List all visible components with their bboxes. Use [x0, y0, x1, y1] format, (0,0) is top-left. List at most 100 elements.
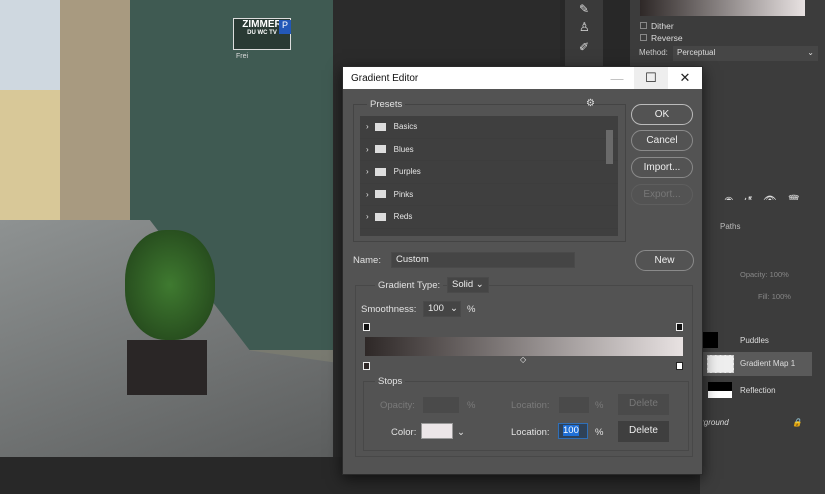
smoothness-input[interactable]: 100 ⌄	[423, 301, 461, 317]
layer-row-selected[interactable]: Gradient Map 1	[700, 352, 812, 376]
opacity-input	[423, 397, 459, 413]
brush-tool-icon[interactable]: ✎	[579, 2, 589, 16]
chevron-down-icon[interactable]: ⌄	[457, 427, 465, 438]
gear-icon[interactable]: ⚙	[586, 98, 595, 109]
minimize-icon[interactable]: —	[600, 67, 634, 89]
folder-icon	[374, 190, 386, 199]
title-bar: Gradient Editor — ☐ ✕	[343, 67, 702, 89]
preset-folder-purples[interactable]: › Purples	[360, 161, 618, 184]
smoothness-label: Smoothness:	[361, 304, 417, 315]
plant	[125, 230, 215, 340]
folder-icon	[374, 122, 386, 131]
preset-label: Purples	[393, 167, 421, 177]
chevron-right-icon: ›	[366, 122, 369, 132]
location-input[interactable]: 100	[558, 423, 588, 439]
location-percent: %	[595, 427, 604, 438]
presets-scrollbar[interactable]	[606, 130, 613, 164]
opacity-location-percent: %	[595, 400, 604, 411]
opacity-stop-left[interactable]	[363, 323, 370, 331]
stops-label: Stops	[375, 376, 406, 387]
percent-label: %	[467, 304, 476, 315]
preset-folder-basics[interactable]: › Basics	[360, 116, 618, 139]
fill-control[interactable]: Fill: 100%	[758, 292, 791, 301]
smoothness-value: 100	[428, 303, 444, 314]
chevron-right-icon: ›	[366, 189, 369, 199]
layer-name: Background	[700, 418, 729, 427]
color-stop-right-selected[interactable]	[676, 362, 683, 370]
ok-button[interactable]: OK	[631, 104, 693, 125]
dither-checkbox[interactable]: Dither	[640, 21, 674, 31]
fill-label: Fill:	[758, 292, 770, 301]
method-select[interactable]: Perceptual ⌄	[673, 46, 818, 61]
preset-label: Reds	[393, 212, 413, 222]
opacity-location-label: Location:	[511, 400, 550, 411]
delete-opacity-stop-button: Delete	[618, 394, 669, 415]
chevron-right-icon: ›	[366, 212, 369, 222]
close-icon[interactable]: ✕	[668, 67, 702, 89]
chevron-right-icon: ›	[366, 144, 369, 154]
gradient-type-select[interactable]: Solid ⌄	[447, 277, 489, 293]
opacity-value: 100%	[769, 270, 789, 279]
gradient-bar[interactable]	[365, 337, 683, 356]
sign-frei: Frei	[236, 53, 249, 60]
dialog-title: Gradient Editor	[351, 72, 419, 84]
opacity-label: Opacity:	[740, 270, 768, 279]
gradient-preview[interactable]	[640, 0, 805, 16]
midpoint-diamond-icon[interactable]: ◇	[520, 355, 526, 364]
maximize-icon[interactable]: ☐	[634, 67, 668, 89]
opacity-location-input	[559, 397, 589, 413]
building-middle	[60, 0, 135, 240]
opacity-stop-right[interactable]	[676, 323, 683, 331]
lock-icon: 🔒	[792, 418, 802, 427]
fill-value: 100%	[771, 292, 791, 301]
preset-folder-reds[interactable]: › Reds	[360, 206, 618, 229]
gradient-editor-dialog: Gradient Editor — ☐ ✕ Presets ⚙ › Basics …	[342, 66, 703, 475]
tab-paths[interactable]: Paths	[720, 222, 740, 231]
color-swatch[interactable]	[421, 423, 453, 439]
stamp-tool-icon[interactable]: ♙	[579, 20, 590, 34]
cancel-button[interactable]: Cancel	[631, 130, 693, 151]
preset-label: Basics	[393, 122, 418, 132]
chevron-down-icon: ⌄	[807, 48, 814, 57]
parking-sign: P	[279, 20, 291, 34]
chevron-right-icon: ›	[366, 167, 369, 177]
preset-folder-pinks[interactable]: › Pinks	[360, 184, 618, 206]
method-value: Perceptual	[677, 48, 716, 57]
new-button[interactable]: New	[635, 250, 694, 271]
chevron-down-icon: ⌄	[450, 303, 458, 314]
layer-row[interactable]: Puddles	[700, 330, 825, 352]
opacity-control[interactable]: Opacity: 100%	[740, 270, 789, 279]
planter	[127, 340, 207, 395]
location-value: 100	[563, 425, 579, 436]
opacity-label: Opacity:	[380, 400, 415, 411]
presets-label: Presets	[367, 99, 406, 110]
layer-row[interactable]: Reflection	[700, 380, 825, 402]
gradient-type-label: Gradient Type:	[375, 280, 444, 291]
preset-label: Pinks	[393, 189, 414, 199]
import-button[interactable]: Import...	[631, 157, 693, 178]
gradient-type-value: Solid	[452, 279, 474, 290]
layer-row[interactable]: Background 🔒	[700, 418, 825, 432]
preset-label: Blues	[393, 144, 414, 154]
history-brush-icon[interactable]: ✐	[579, 40, 589, 54]
layer-name: Reflection	[740, 386, 776, 395]
color-stop-left[interactable]	[363, 362, 370, 370]
layer-name: Gradient Map 1	[740, 359, 796, 368]
method-label: Method:	[639, 48, 668, 57]
preset-folder-blues[interactable]: › Blues	[360, 139, 618, 161]
layers-panel: Paths Opacity: 100% Fill: 100% Puddles G…	[700, 200, 825, 494]
presets-list[interactable]: › Basics › Blues › Purples › Pinks › Reds	[360, 116, 618, 236]
name-input[interactable]: Custom	[391, 252, 575, 268]
name-label: Name:	[353, 255, 381, 266]
folder-icon	[374, 212, 386, 221]
color-label: Color:	[391, 427, 417, 438]
export-button: Export...	[631, 184, 693, 205]
reverse-checkbox[interactable]: Reverse	[640, 33, 683, 43]
layer-name: Puddles	[740, 336, 769, 345]
delete-color-stop-button[interactable]: Delete	[618, 421, 669, 442]
chevron-down-icon: ⌄	[475, 279, 484, 290]
canvas-photo[interactable]: ZIMMER DU WC TV Frei P	[0, 0, 333, 457]
folder-icon	[374, 167, 386, 176]
reverse-label: Reverse	[651, 33, 683, 43]
location-label: Location:	[511, 427, 550, 438]
